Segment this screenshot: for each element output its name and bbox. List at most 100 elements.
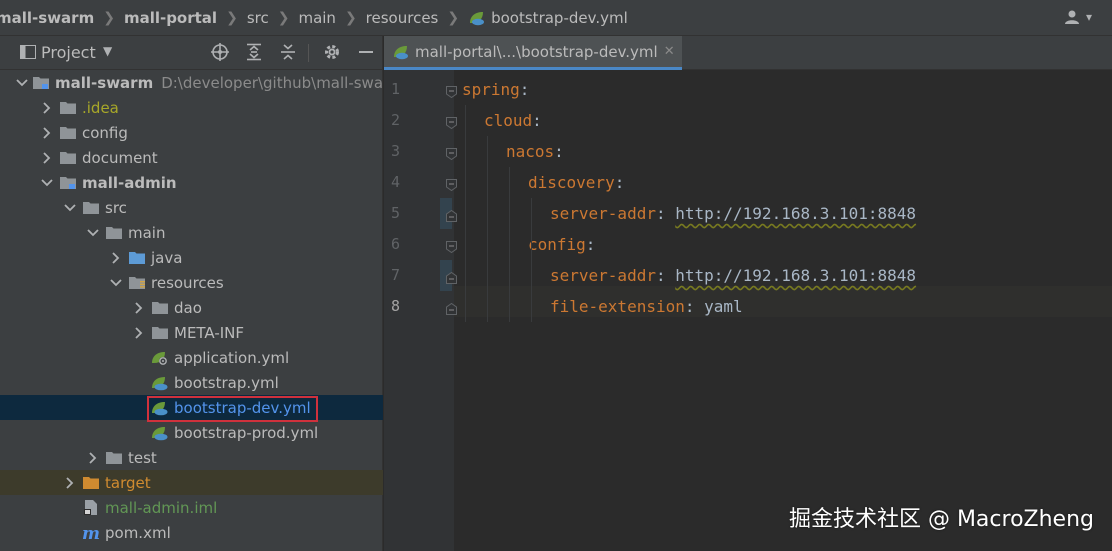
tree-item[interactable]: m pom.xml xyxy=(0,520,383,545)
breadcrumb-resources[interactable]: resources xyxy=(366,9,439,27)
tree-item[interactable]: resources xyxy=(0,270,383,295)
selection-highlight-box xyxy=(147,396,318,422)
chevron-down-icon[interactable] xyxy=(16,75,28,91)
chevron-down-icon[interactable] xyxy=(62,200,78,216)
tree-item[interactable]: mall-admin.iml xyxy=(0,495,383,520)
tree-item[interactable]: bootstrap.yml xyxy=(0,370,383,395)
code-line: server-addr: http://192.168.3.101:8848 xyxy=(550,260,916,291)
fold-start-icon[interactable] xyxy=(446,114,457,130)
tree-item[interactable]: mall-admin xyxy=(0,170,383,195)
tree-item[interactable]: main xyxy=(0,220,383,245)
indent-guide xyxy=(509,167,510,322)
chevron-down-icon[interactable] xyxy=(85,225,101,241)
tree-item[interactable]: mall-swarm D:\developer\github\mall-swarm xyxy=(0,70,404,95)
source-folder-icon xyxy=(128,250,146,266)
fold-end-icon[interactable] xyxy=(446,207,457,222)
breadcrumb-file-label: bootstrap-dev.yml xyxy=(491,8,628,27)
project-window-icon xyxy=(20,45,36,59)
breadcrumb-main[interactable]: main xyxy=(298,9,335,27)
user-account-button[interactable]: ▾ xyxy=(1064,9,1092,25)
yaml-key: cloud xyxy=(484,111,533,130)
code-content[interactable]: spring: cloud: nacos: discovery: server-addr… xyxy=(462,70,1112,551)
chevron-right-icon[interactable] xyxy=(131,325,147,341)
fold-start-icon[interactable] xyxy=(446,145,457,161)
tab-bootstrap-dev[interactable]: mall-portal\...\bootstrap-dev.yml ✕ xyxy=(384,36,682,70)
yaml-key: spring xyxy=(462,80,520,99)
tree-item-label: dao xyxy=(174,298,202,317)
line-gutter: 1 2 3 4 5 6 7 8 xyxy=(384,70,457,551)
chevron-down-icon[interactable] xyxy=(39,175,55,191)
chevron-right-icon[interactable] xyxy=(131,300,147,316)
collapse-all-icon[interactable] xyxy=(279,43,297,61)
yaml-separator: : xyxy=(614,173,625,192)
fold-end-icon[interactable] xyxy=(446,269,457,284)
chevron-down-icon[interactable]: ▼ xyxy=(103,44,112,58)
user-icon xyxy=(1064,10,1079,24)
tree-item[interactable]: dao xyxy=(0,295,383,320)
line-number: 5 xyxy=(390,204,400,222)
tree-item-label: resources xyxy=(151,273,224,292)
yaml-separator: : xyxy=(554,142,564,161)
breadcrumb-mall-portal[interactable]: mall-portal xyxy=(124,9,217,27)
yaml-key: nacos xyxy=(506,142,555,161)
folder-icon xyxy=(151,300,169,316)
chevron-right-icon[interactable] xyxy=(62,475,78,491)
tree-item[interactable]: META-INF xyxy=(0,320,383,345)
line-number: 7 xyxy=(390,266,400,284)
tree-item[interactable]: config xyxy=(0,120,383,145)
tree-item-label: src xyxy=(105,198,127,217)
folder-icon xyxy=(105,225,123,241)
tree-item[interactable]: application.yml xyxy=(0,345,383,370)
yaml-value: http://192.168.3.101:8848 xyxy=(675,266,917,285)
chevron-right-icon[interactable] xyxy=(85,450,101,466)
iml-file-icon xyxy=(82,500,100,516)
excluded-folder-icon xyxy=(82,475,100,491)
folder-icon xyxy=(105,450,123,466)
project-view-selector[interactable]: Project xyxy=(41,43,96,62)
tree-item[interactable]: .idea xyxy=(0,95,383,120)
yaml-key: discovery xyxy=(528,173,615,192)
tree-item[interactable]: src xyxy=(0,195,383,220)
fold-start-icon[interactable] xyxy=(446,238,457,254)
tree-item[interactable]: target xyxy=(0,470,383,495)
chevron-right-icon: ❯ xyxy=(344,9,357,26)
module-folder-icon xyxy=(59,175,77,191)
chevron-down-icon[interactable] xyxy=(108,275,124,291)
expand-all-icon[interactable] xyxy=(245,43,263,61)
editor-tab-bar: mall-portal\...\bootstrap-dev.yml ✕ xyxy=(384,36,1112,70)
tree-item[interactable]: document xyxy=(0,145,383,170)
tree-item-label: java xyxy=(151,248,183,267)
yaml-separator: : xyxy=(655,266,676,285)
editor-area: mall-portal\...\bootstrap-dev.yml ✕ 1 2 3 4… xyxy=(384,36,1112,551)
fold-start-icon[interactable] xyxy=(446,176,457,192)
fold-start-icon[interactable] xyxy=(446,83,457,99)
yaml-separator: : xyxy=(532,111,542,130)
tree-item[interactable]: java xyxy=(0,245,383,270)
chevron-right-icon[interactable] xyxy=(39,150,55,166)
folder-icon xyxy=(59,100,77,116)
breadcrumb-mall-swarm[interactable]: mall-swarm xyxy=(0,9,94,27)
tree-item[interactable]: bootstrap-prod.yml xyxy=(0,420,383,445)
chevron-right-icon[interactable] xyxy=(108,250,124,266)
line-number: 3 xyxy=(390,142,400,160)
chevron-right-icon[interactable] xyxy=(39,100,55,116)
chevron-right-icon[interactable] xyxy=(39,125,55,141)
close-icon[interactable]: ✕ xyxy=(664,44,675,59)
breadcrumb-src[interactable]: src xyxy=(247,9,269,27)
breadcrumb-file[interactable]: bootstrap-dev.yml xyxy=(468,9,628,27)
fold-end-icon[interactable] xyxy=(446,300,457,315)
locate-file-icon[interactable] xyxy=(211,43,229,61)
yaml-key: server-addr xyxy=(550,204,656,223)
chevron-right-icon: ❯ xyxy=(277,9,290,26)
minimize-icon[interactable] xyxy=(358,43,374,61)
line-number: 6 xyxy=(390,235,400,253)
tree-item[interactable]: test xyxy=(0,445,383,470)
code-line: discovery: xyxy=(528,167,624,198)
watermark: 掘金技术社区 @ MacroZheng xyxy=(788,507,1094,532)
code-line: spring: xyxy=(462,74,529,105)
gear-icon[interactable] xyxy=(323,43,341,61)
yaml-key: server-addr xyxy=(550,266,656,285)
yaml-separator: : xyxy=(585,235,596,254)
tree-item-selected[interactable]: bootstrap-dev.yml xyxy=(0,395,383,422)
